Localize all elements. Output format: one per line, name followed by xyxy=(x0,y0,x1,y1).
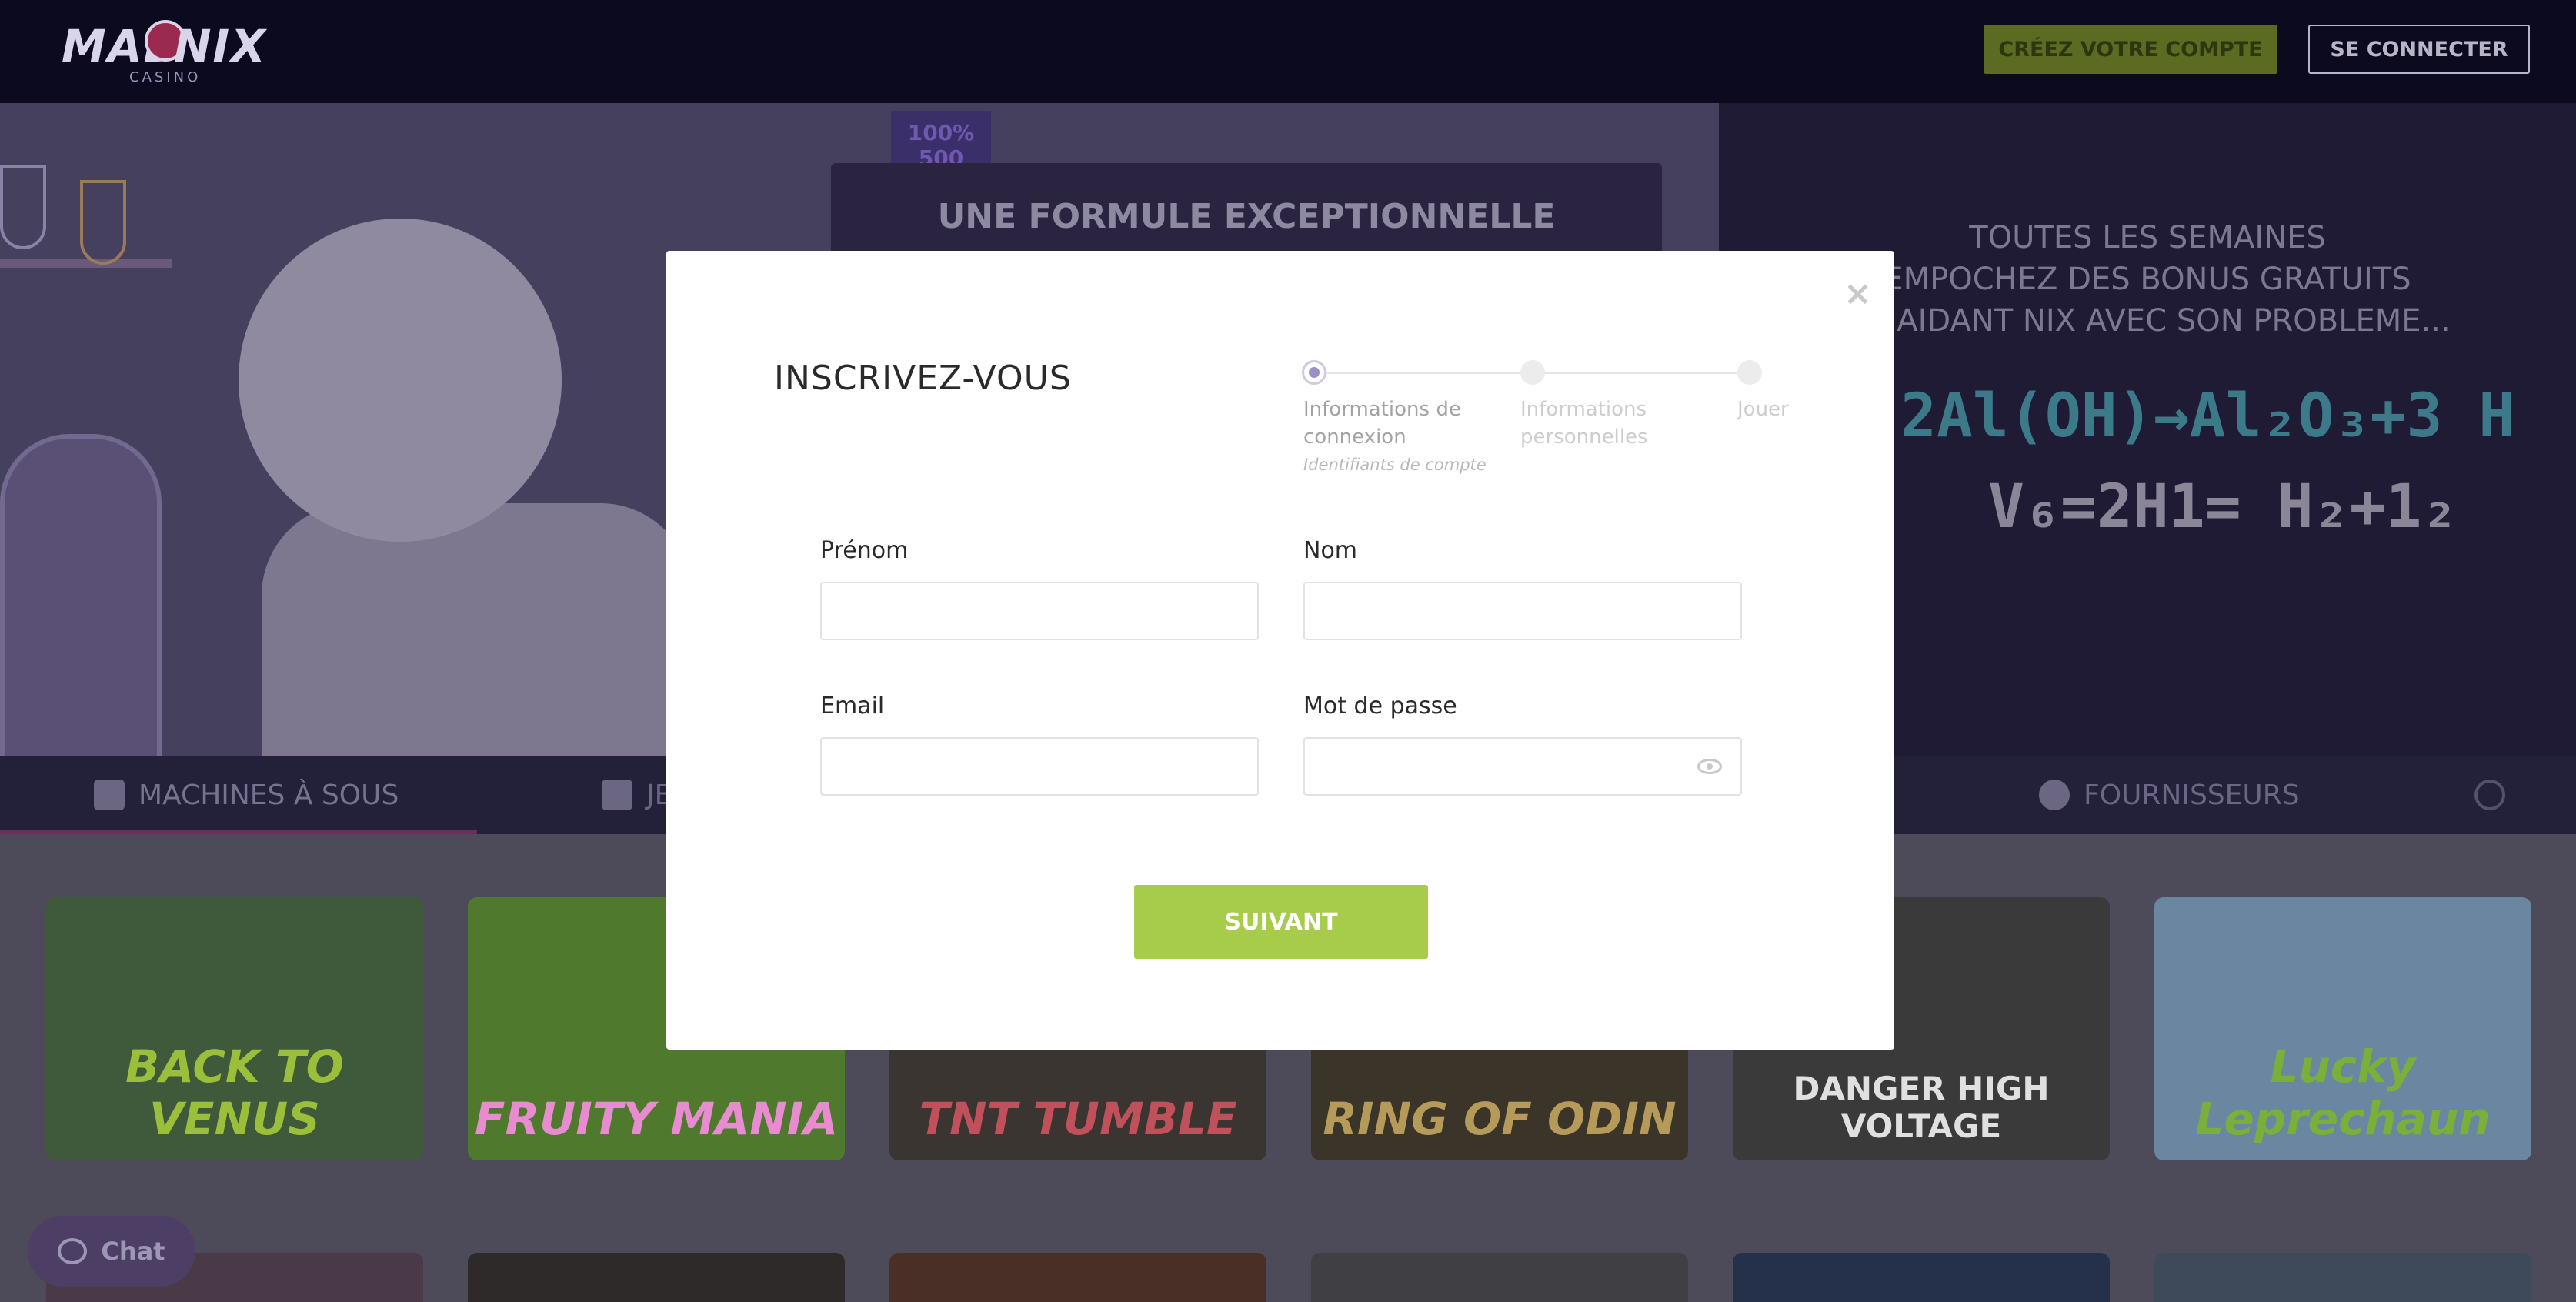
game-tile[interactable] xyxy=(889,1253,1266,1302)
cards-icon xyxy=(602,780,632,810)
step-dot-1 xyxy=(1302,360,1326,385)
next-button[interactable]: SUIVANT xyxy=(1134,885,1428,959)
nav-item-label: FOURNISSEURS xyxy=(2084,779,2300,811)
logo-casino: CASINO xyxy=(129,69,202,85)
providers-icon xyxy=(2039,780,2070,810)
chat-bubble-icon xyxy=(58,1238,88,1264)
nav-item-games[interactable]: JE xyxy=(602,756,672,834)
game-title: RING OF ODIN xyxy=(1323,1093,1677,1145)
game-tile[interactable] xyxy=(1311,1253,1688,1302)
madnix-logo[interactable]: MAD NIX CASINO xyxy=(58,12,265,86)
promo-title: UNE FORMULE EXCEPTIONNELLE xyxy=(937,197,1556,236)
chalk-formula-top: 2Al(OH)→Al₂O₃+3 H xyxy=(1900,382,2515,451)
site-header: MAD NIX CASINO CRÉEZ VOTRE COMPTE SE CON… xyxy=(0,0,2576,103)
flask-icon xyxy=(80,180,126,265)
game-title: BACK TO VENUS xyxy=(125,1040,344,1145)
step-label-2: Informations personnelles xyxy=(1520,398,1648,449)
create-account-button[interactable]: CRÉEZ VOTRE COMPTE xyxy=(1984,25,2277,74)
game-tile[interactable]: BACK TO VENUS xyxy=(46,897,423,1160)
lab-shelf xyxy=(0,259,172,268)
step-dot-3 xyxy=(1737,360,1762,385)
last-name-label: Nom xyxy=(1303,537,1358,564)
game-tile[interactable] xyxy=(2154,1253,2531,1302)
slot-machine-icon xyxy=(94,780,125,810)
login-button[interactable]: SE CONNECTER xyxy=(2308,25,2530,74)
search-icon[interactable] xyxy=(2474,780,2505,810)
chat-button[interactable]: Chat xyxy=(28,1216,195,1287)
password-field[interactable] xyxy=(1303,737,1742,796)
game-title: Lucky Leprechaun xyxy=(2195,1040,2491,1145)
signup-modal: × INSCRIVEZ-VOUS Informations de connexi… xyxy=(666,251,1894,1050)
logo-word-nix: NIX xyxy=(174,20,267,72)
nav-item-providers[interactable]: FOURNISSEURS xyxy=(2039,756,2300,834)
game-tile[interactable] xyxy=(468,1253,845,1302)
game-title: TNT TUMBLE xyxy=(919,1093,1237,1145)
email-label: Email xyxy=(820,693,885,719)
step-label-3: Jouer xyxy=(1737,398,1789,421)
first-name-field[interactable] xyxy=(820,582,1259,640)
game-title: FRUITY MANIA xyxy=(474,1093,839,1145)
scientist-body xyxy=(262,503,692,756)
last-name-field[interactable] xyxy=(1303,582,1742,640)
step-label-1: Informations de connexion xyxy=(1303,398,1461,449)
password-label: Mot de passe xyxy=(1303,693,1457,719)
modal-title: INSCRIVEZ-VOUS xyxy=(774,359,1072,398)
flask-icon xyxy=(0,165,46,249)
chat-label: Chat xyxy=(101,1237,165,1266)
game-tile[interactable] xyxy=(1733,1253,2110,1302)
lab-tube xyxy=(0,434,162,756)
game-tile[interactable]: Lucky Leprechaun xyxy=(2154,897,2531,1160)
email-field[interactable] xyxy=(820,737,1259,796)
game-title: DANGER HIGH VOLTAGE xyxy=(1793,1070,2050,1145)
step-dot-2 xyxy=(1520,360,1545,385)
nav-item-slots[interactable]: MACHINES À SOUS xyxy=(94,756,399,834)
show-password-eye-icon[interactable] xyxy=(1697,759,1722,774)
close-icon[interactable]: × xyxy=(1844,274,1872,313)
chalk-formula-bottom: V₆=2H1= H₂+1₂ xyxy=(1988,472,2458,542)
nav-item-label: MACHINES À SOUS xyxy=(138,779,399,811)
first-name-label: Prénom xyxy=(820,537,909,564)
step-sublabel-1: Identifiants de compte xyxy=(1303,456,1487,474)
scientist-head xyxy=(239,219,562,542)
